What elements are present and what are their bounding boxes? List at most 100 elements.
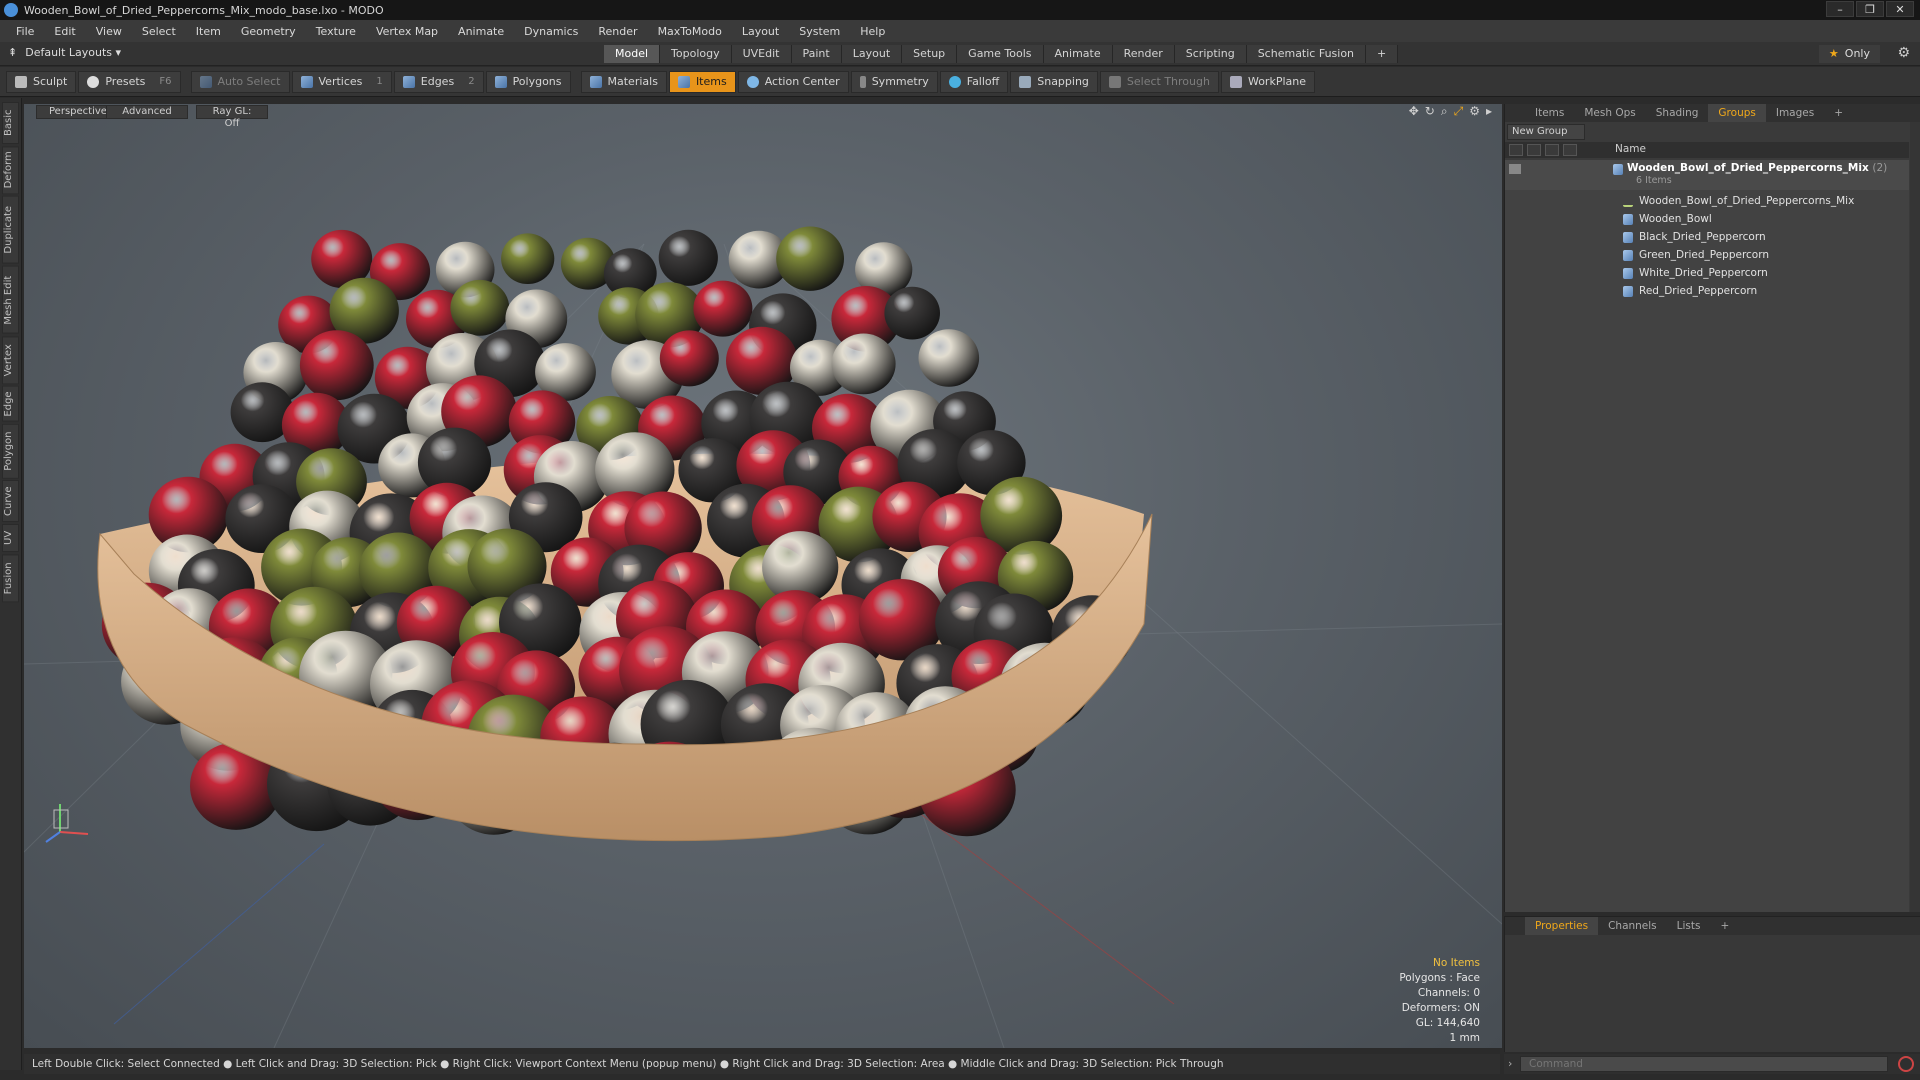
left-tab-fusion[interactable]: Fusion [2, 554, 19, 603]
menu-layout[interactable]: Layout [732, 25, 789, 38]
add-layout-tab-button[interactable]: + [1366, 45, 1399, 63]
menu-edit[interactable]: Edit [44, 25, 85, 38]
materials-button[interactable]: Materials [580, 70, 667, 93]
properties-tab-properties[interactable]: Properties [1525, 917, 1599, 935]
layout-tab-render[interactable]: Render [1112, 45, 1175, 63]
layout-tab-animate[interactable]: Animate [1043, 45, 1113, 63]
menu-system[interactable]: System [789, 25, 850, 38]
layout-tab-setup[interactable]: Setup [902, 45, 958, 63]
peppercorn-green [501, 233, 555, 284]
only-toggle[interactable]: ★ Only [1818, 45, 1880, 63]
menu-vertex-map[interactable]: Vertex Map [366, 25, 448, 38]
group-root-row[interactable]: Wooden_Bowl_of_Dried_Peppercorns_Mix (2)… [1505, 160, 1909, 190]
left-tab-vertex[interactable]: Vertex [2, 335, 19, 384]
left-tab-curve[interactable]: Curve [2, 480, 19, 523]
layout-tab-schematic-fusion[interactable]: Schematic Fusion [1246, 45, 1367, 63]
snapping-button[interactable]: Snapping [1010, 70, 1098, 93]
properties-tabs: Properties Channels Lists + [1505, 917, 1920, 935]
menu-item[interactable]: Item [186, 25, 231, 38]
symmetry-button[interactable]: Symmetry [850, 70, 938, 93]
minimize-button[interactable]: – [1826, 1, 1854, 17]
panel-tab-shading[interactable]: Shading [1646, 104, 1709, 122]
properties-tab-channels[interactable]: Channels [1598, 917, 1667, 935]
viewport-stats: No Items Polygons : Face Channels: 0 Def… [1399, 956, 1480, 1046]
select-through-button[interactable]: Select Through [1099, 70, 1219, 93]
render-column-icon[interactable] [1527, 144, 1541, 156]
properties-tab-lists[interactable]: Lists [1667, 917, 1711, 935]
name-column-header[interactable]: Name [1615, 143, 1646, 155]
auto-select-button[interactable]: Auto Select [190, 70, 290, 93]
3d-viewport[interactable] [24, 104, 1502, 1048]
sculpt-button[interactable]: Sculpt [6, 70, 77, 93]
vertices-button[interactable]: Vertices 1 [291, 70, 392, 93]
menu-texture[interactable]: Texture [306, 25, 366, 38]
raygl-button[interactable]: Ray GL: Off [196, 105, 268, 129]
menu-select[interactable]: Select [132, 25, 186, 38]
new-group-button[interactable]: New Group [1507, 124, 1585, 140]
panel-tab-mesh-ops[interactable]: Mesh Ops [1574, 104, 1645, 122]
menu-file[interactable]: File [6, 25, 44, 38]
menu-view[interactable]: View [86, 25, 132, 38]
group-item-row[interactable]: Wooden_Bowl_of_Dried_Peppercorns_Mix [1505, 193, 1909, 211]
zoom-view-icon[interactable]: ⌕ [1441, 104, 1448, 119]
expand-arrow-icon[interactable]: ▸ [1486, 104, 1492, 119]
move-view-icon[interactable]: ✥ [1409, 104, 1419, 119]
polygons-button[interactable]: Polygons [485, 70, 571, 93]
panel-tab-items[interactable]: Items [1525, 104, 1574, 122]
layout-tab-uvedit[interactable]: UVEdit [731, 45, 792, 63]
shading-mode-button[interactable]: Advanced [106, 105, 188, 119]
falloff-button[interactable]: Falloff [939, 70, 1009, 93]
visibility-column-icon[interactable] [1509, 144, 1523, 156]
presets-button[interactable]: Presets F6 [78, 70, 181, 93]
gear-icon[interactable]: ⚙ [1897, 45, 1910, 61]
menu-geometry[interactable]: Geometry [231, 25, 306, 38]
menu-dynamics[interactable]: Dynamics [514, 25, 588, 38]
left-tab-duplicate[interactable]: Duplicate [2, 196, 19, 264]
left-tab-polygon[interactable]: Polygon [2, 423, 19, 479]
command-input[interactable] [1520, 1056, 1888, 1072]
group-item-row[interactable]: Red_Dried_Peppercorn [1505, 283, 1909, 301]
command-history-icon[interactable] [1898, 1056, 1914, 1072]
panel-tab-groups[interactable]: Groups [1708, 104, 1766, 122]
layout-tab-model[interactable]: Model [604, 45, 661, 63]
workplane-button[interactable]: WorkPlane [1220, 70, 1315, 93]
group-item-row[interactable]: Black_Dried_Peppercorn [1505, 229, 1909, 247]
left-tab-edge[interactable]: Edge [2, 386, 19, 422]
menu-help[interactable]: Help [850, 25, 895, 38]
items-button[interactable]: Items [668, 70, 736, 93]
left-tab-basic[interactable]: Basic [2, 102, 19, 144]
layouts-dropdown[interactable]: ⇞ Default Layouts ▾ [8, 46, 121, 59]
group-item-row[interactable]: White_Dried_Peppercorn [1505, 265, 1909, 283]
group-item-row[interactable]: Green_Dried_Peppercorn [1505, 247, 1909, 265]
groups-scrollbar[interactable] [1910, 122, 1920, 912]
viewport-nav-icons: ✥ ↻ ⌕ ⤢ ⚙ ▸ [1409, 104, 1492, 119]
left-tab-deform[interactable]: Deform [2, 146, 19, 195]
group-item-row[interactable]: Wooden_Bowl [1505, 211, 1909, 229]
select-column-icon[interactable] [1563, 144, 1577, 156]
stats-channels: Channels: 0 [1417, 987, 1480, 999]
fit-view-icon[interactable]: ⤢ [1454, 104, 1464, 119]
layout-tab-topology[interactable]: Topology [660, 45, 732, 63]
layout-tab-scripting[interactable]: Scripting [1174, 45, 1247, 63]
window-title: Wooden_Bowl_of_Dried_Peppercorns_Mix_mod… [24, 3, 384, 17]
rotate-view-icon[interactable]: ↻ [1425, 104, 1435, 119]
close-button[interactable]: ✕ [1886, 1, 1914, 17]
menu-animate[interactable]: Animate [448, 25, 514, 38]
layout-tab-game-tools[interactable]: Game Tools [957, 45, 1044, 63]
add-properties-tab-button[interactable]: + [1710, 917, 1739, 935]
left-tab-mesh-edit[interactable]: Mesh Edit [2, 266, 19, 334]
viewport-settings-icon[interactable]: ⚙ [1469, 104, 1480, 119]
menu-maxtomodo[interactable]: MaxToModo [648, 25, 732, 38]
action-center-button[interactable]: Action Center [737, 70, 849, 93]
eye-icon[interactable] [1509, 164, 1521, 174]
panel-tab-images[interactable]: Images [1766, 104, 1824, 122]
menu-render[interactable]: Render [588, 25, 647, 38]
left-tab-uv[interactable]: UV [2, 524, 19, 553]
layout-tab-paint[interactable]: Paint [791, 45, 842, 63]
layout-tab-layout[interactable]: Layout [841, 45, 903, 63]
maximize-button[interactable]: ❐ [1856, 1, 1884, 17]
add-panel-tab-button[interactable]: + [1824, 104, 1853, 122]
lock-column-icon[interactable] [1545, 144, 1559, 156]
collapse-icon[interactable]: ⇞ [8, 46, 17, 59]
edges-button[interactable]: Edges 2 [393, 70, 484, 93]
